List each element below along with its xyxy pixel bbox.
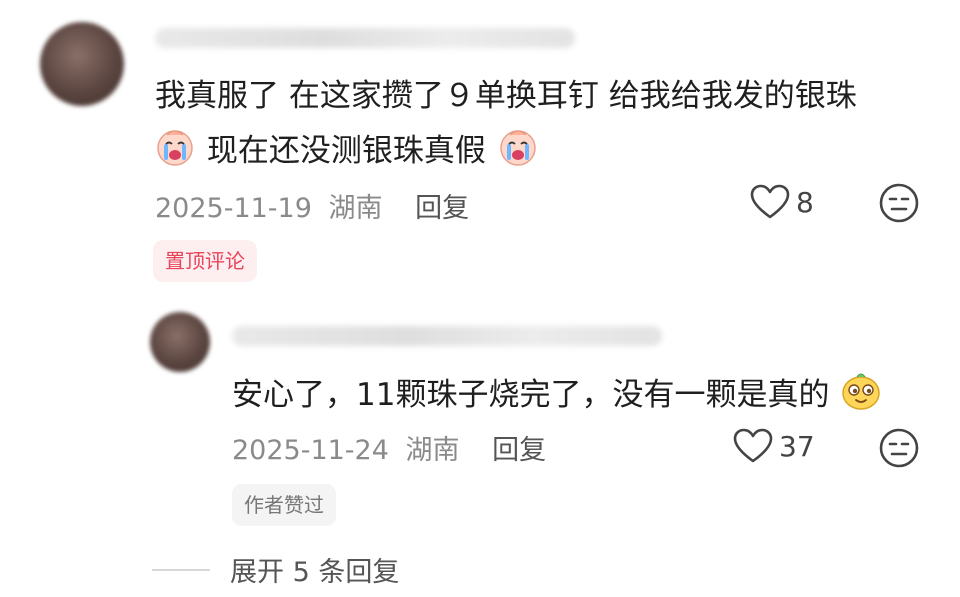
expand-divider <box>152 569 210 571</box>
crying-face-icon <box>153 126 197 179</box>
username-blurred[interactable] <box>232 326 662 346</box>
reply-meta: 2025-11-24 湖南 回复 <box>232 428 546 467</box>
reply-button[interactable]: 回复 <box>415 193 469 224</box>
crying-face-icon <box>496 126 540 179</box>
comment-date: 2025-11-19 <box>155 193 312 224</box>
expand-replies-button[interactable]: 展开 5 条回复 <box>230 550 399 589</box>
comment-meta: 2025-11-19 湖南 回复 <box>155 186 469 225</box>
like-count: 8 <box>796 185 814 219</box>
author-liked-badge: 作者赞过 <box>232 484 336 526</box>
reply-date: 2025-11-24 <box>232 435 389 466</box>
comment-text-line1: 我真服了 在这家攒了９单换耳钉 给我给我发的银珠 <box>155 78 857 114</box>
comment-text-line2-row: 现在还没测银珠真假 <box>153 126 540 179</box>
username-blurred[interactable] <box>155 28 575 48</box>
comment-location: 湖南 <box>328 193 383 224</box>
avatar[interactable] <box>150 312 210 372</box>
heart-icon <box>733 428 773 463</box>
comment-text: 我真服了 在这家攒了９单换耳钉 给我给我发的银珠 <box>155 73 857 119</box>
reply-button[interactable]: 回复 <box>492 435 546 466</box>
comment-text-line2: 现在还没测银珠真假 <box>206 133 486 169</box>
reply-location: 湖南 <box>405 435 460 466</box>
pinned-comment-badge: 置顶评论 <box>153 240 257 282</box>
heart-icon <box>750 184 790 219</box>
like-button[interactable]: 8 <box>750 184 814 220</box>
like-count: 37 <box>779 429 815 463</box>
reply-text: 安心了，11颗珠子烧完了，没有一颗是真的 <box>232 377 830 413</box>
like-button[interactable]: 37 <box>733 428 815 464</box>
smirk-face-icon <box>839 369 883 424</box>
avatar[interactable] <box>40 22 124 106</box>
dislike-face-icon[interactable] <box>878 182 920 228</box>
dislike-face-icon[interactable] <box>878 427 920 473</box>
reply-text-row: 安心了，11颗珠子烧完了，没有一颗是真的 <box>232 369 883 424</box>
